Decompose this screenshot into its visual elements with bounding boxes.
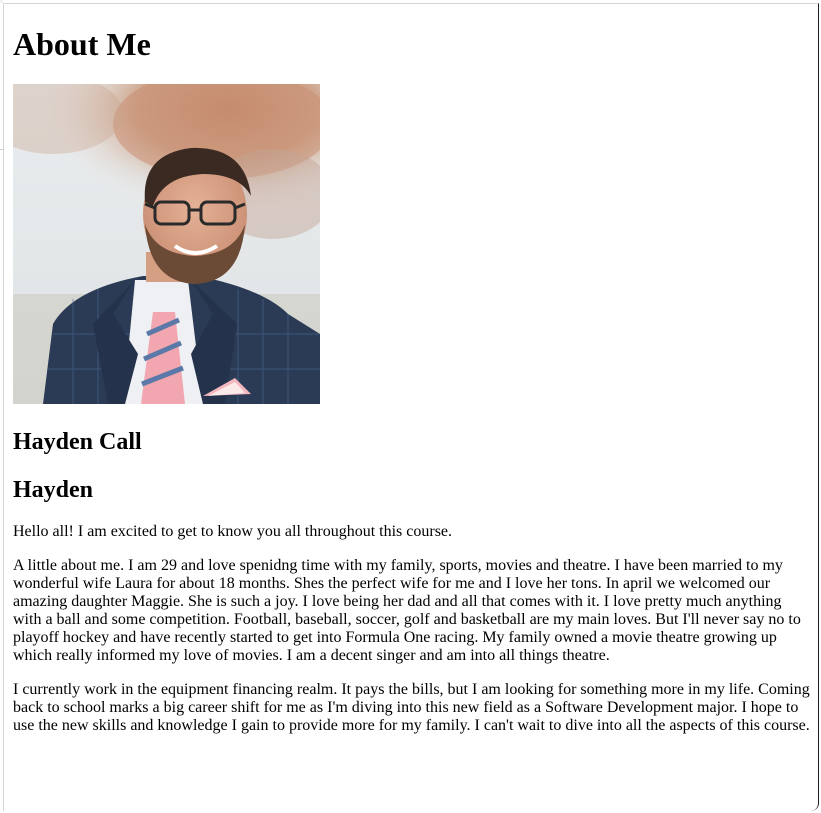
profile-photo	[13, 84, 320, 404]
content-window: About Me Hayden Call Hayden Hello all! I…	[3, 3, 819, 811]
about-paragraph: A little about me. I am 29 and love spen…	[13, 557, 801, 664]
page-content: About Me Hayden Call Hayden Hello all! I…	[13, 4, 813, 735]
portrait-image	[13, 84, 320, 404]
intro-paragraph: Hello all! I am excited to get to know y…	[13, 523, 453, 540]
nickname-heading: Hayden	[13, 477, 94, 503]
career-paragraph: I currently work in the equipment financ…	[13, 681, 810, 734]
full-name-heading: Hayden Call	[13, 429, 142, 455]
page-title: About Me	[13, 26, 151, 62]
